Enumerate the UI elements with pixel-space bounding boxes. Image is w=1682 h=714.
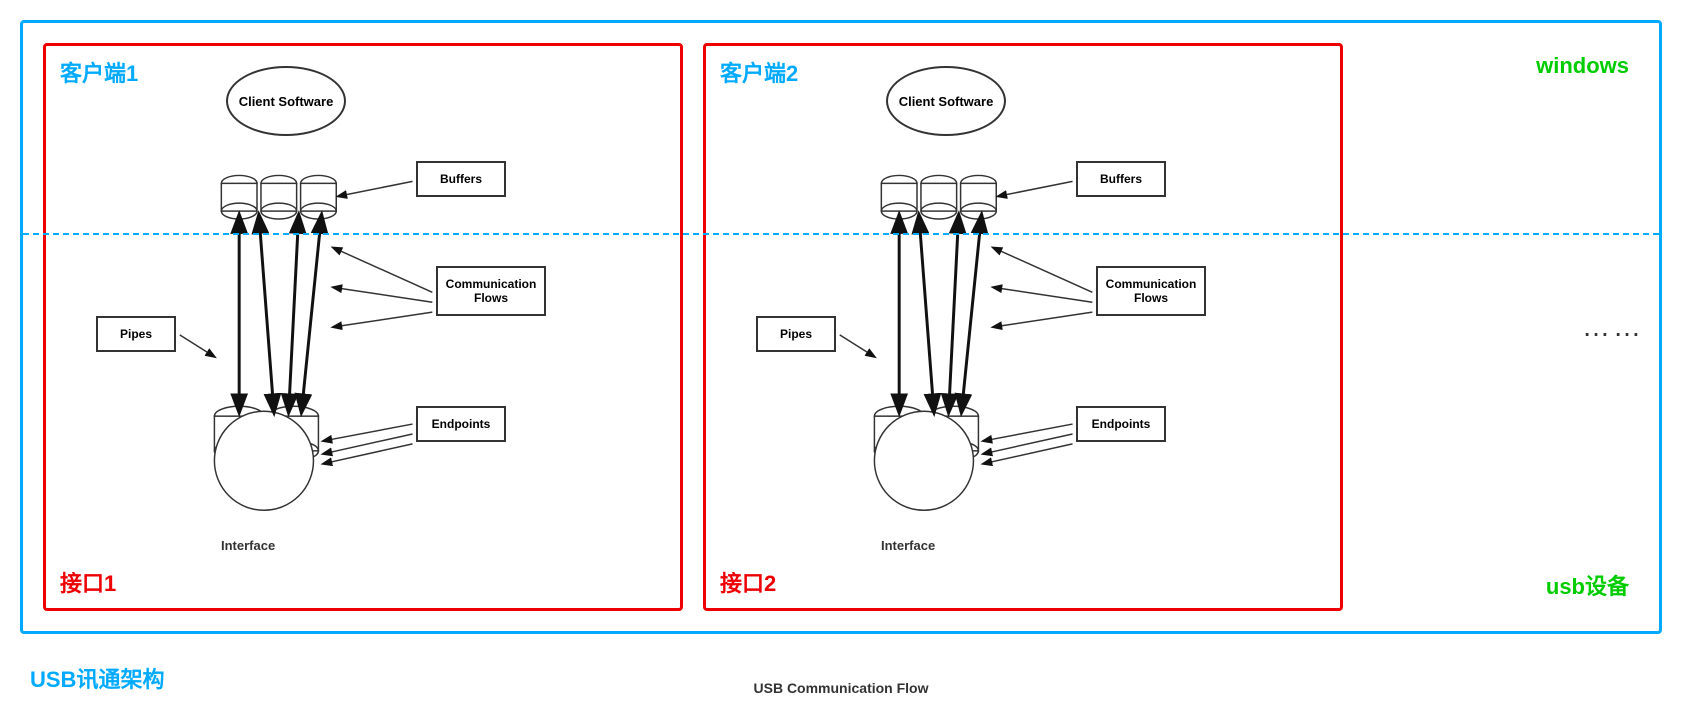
client1-buffers: Buffers — [416, 161, 506, 197]
client2-comm-flows: Communication Flows — [1096, 266, 1206, 316]
usb-flow-label: USB Communication Flow — [754, 680, 929, 696]
windows-label: windows — [1536, 53, 1629, 79]
dots: …… — [1582, 311, 1644, 343]
client2-pipes: Pipes — [756, 316, 836, 352]
client-box-2: 客户端2 接口2 Client Software Buffers Communi… — [703, 43, 1343, 611]
client-box-1: 客户端1 接口1 Client Software Buffers Communi… — [43, 43, 683, 611]
client1-pipes: Pipes — [96, 316, 176, 352]
client2-software: Client Software — [886, 66, 1006, 136]
dashed-line — [23, 233, 1659, 235]
client2-buffers: Buffers — [1076, 161, 1166, 197]
usb-device-label: usb设备 — [1546, 569, 1629, 601]
client2-endpoints: Endpoints — [1076, 406, 1166, 442]
client1-endpoints: Endpoints — [416, 406, 506, 442]
main-container: 客户端1 接口1 Client Software Buffers Communi… — [20, 20, 1662, 634]
client1-comm-flows: Communication Flows — [436, 266, 546, 316]
usb-arch-label: USB讯通架构 — [30, 662, 164, 694]
client1-software: Client Software — [226, 66, 346, 136]
